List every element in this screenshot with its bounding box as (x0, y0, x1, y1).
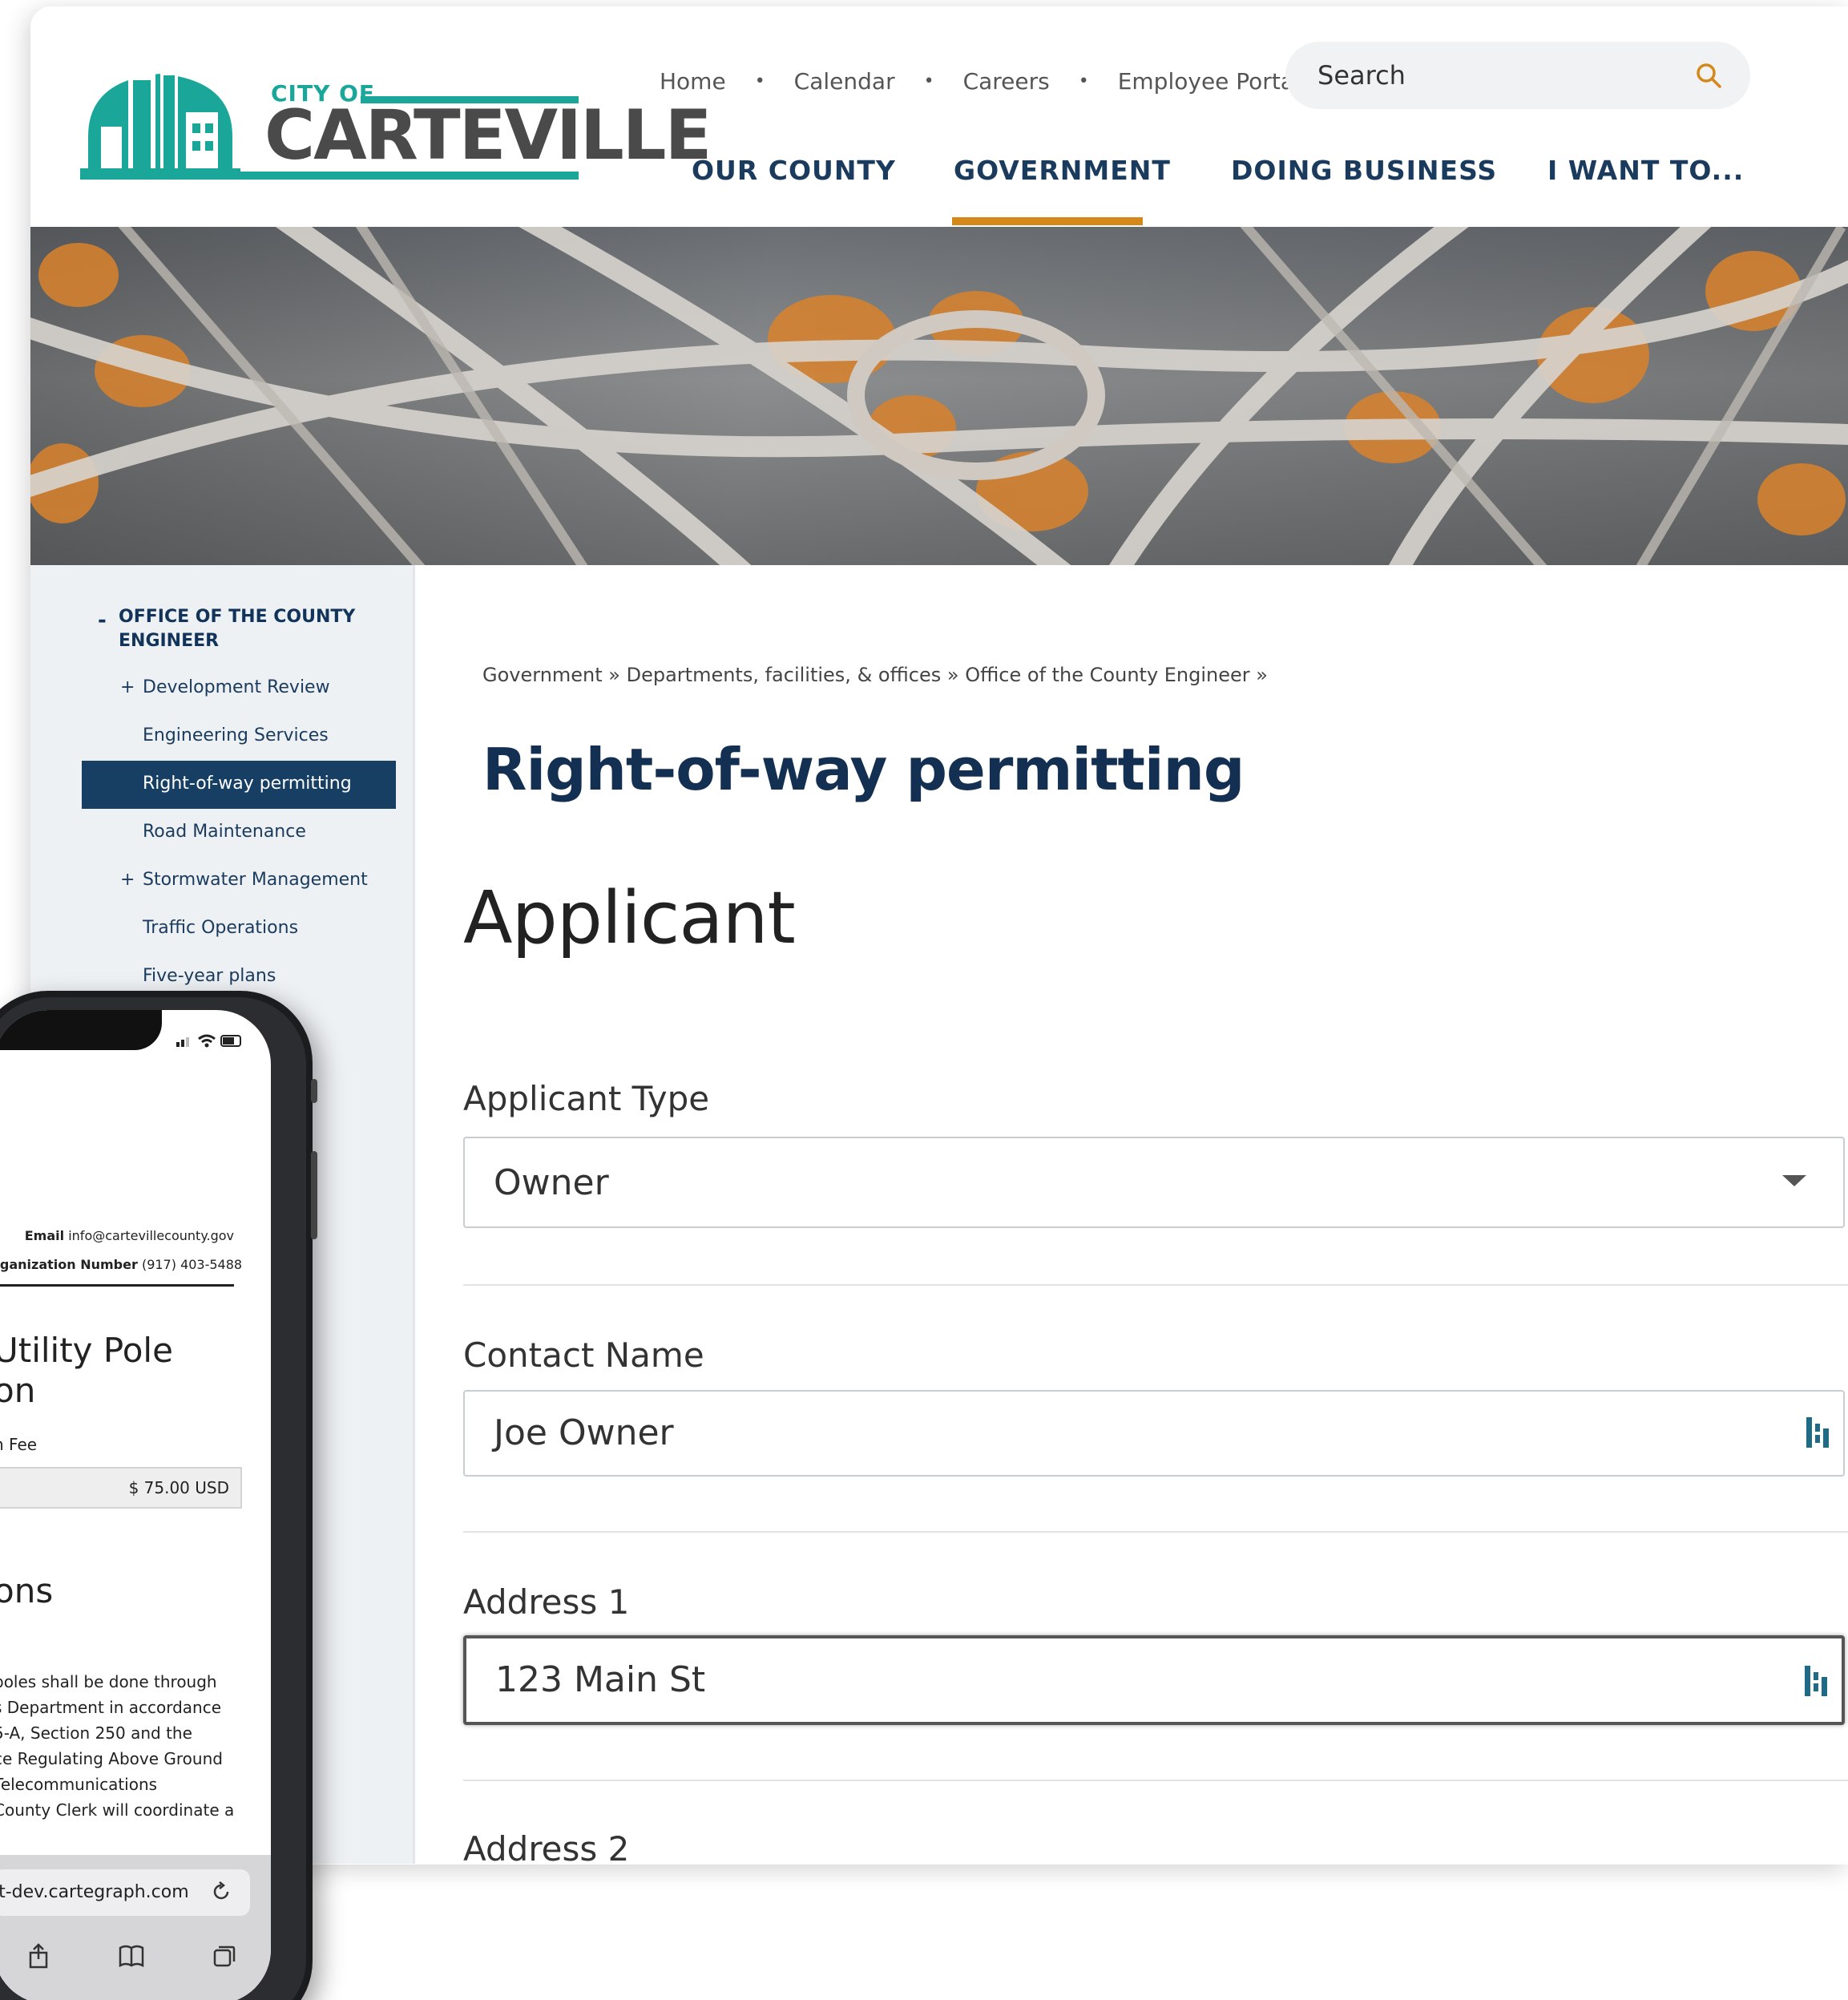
applicant-type-label: Applicant Type (463, 1079, 710, 1118)
phone-body-line: s Department in accordance (0, 1698, 222, 1717)
sidebar-item-traffic-operations[interactable]: Traffic Operations (143, 918, 298, 938)
contact-name-label: Contact Name (463, 1335, 704, 1375)
phone-url-bar[interactable]: it-dev.cartegraph.com (0, 1869, 250, 1916)
applicant-type-select[interactable]: Owner (463, 1137, 1845, 1228)
separator-dot: • (1078, 71, 1089, 91)
hero-image (30, 227, 1848, 565)
site-header: CITY OF CARTEVILLE Home • Calendar • Car… (30, 6, 1848, 227)
phone-fee-label: n Fee (0, 1435, 38, 1454)
tabs-icon[interactable] (212, 1943, 237, 1969)
phone-side-button (311, 1079, 317, 1103)
bookmarks-icon[interactable] (119, 1943, 144, 1969)
phone-fee-value: $ 75.00 USD (128, 1478, 229, 1497)
nav-doing-business[interactable]: DOING BUSINESS (1231, 155, 1497, 186)
mobile-phone: Email info@cartevillecounty.gov rganizat… (0, 991, 317, 2000)
status-bar-icons (176, 1034, 241, 1048)
search-box (1285, 42, 1750, 109)
chevron-down-icon (1782, 1175, 1806, 1186)
phone-section-title: ons (0, 1571, 54, 1610)
phone-body-line: poles shall be done through (0, 1672, 217, 1691)
separator-dot: • (923, 71, 934, 91)
phone-notch (0, 1010, 162, 1050)
phone-org-line: rganization Number (917) 403-5488 (0, 1257, 242, 1272)
nav-active-indicator (952, 217, 1143, 225)
field-divider (463, 1531, 1848, 1533)
nav-our-county[interactable]: OUR COUNTY (692, 155, 896, 186)
phone-body-line: ce Regulating Above Ground (0, 1749, 223, 1768)
sidebar-item-road-maintenance[interactable]: Road Maintenance (143, 822, 306, 842)
field-divider (463, 1780, 1848, 1781)
phone-url-text: it-dev.cartegraph.com (0, 1882, 189, 1902)
phone-org-label: rganization Number (0, 1257, 138, 1272)
contact-name-input[interactable]: Joe Owner (463, 1390, 1845, 1477)
phone-divider (0, 1284, 234, 1287)
applicant-type-value: Owner (494, 1162, 609, 1203)
sidebar-item-development-review[interactable]: Development Review (143, 677, 330, 697)
phone-email-line: Email info@cartevillecounty.gov (0, 1228, 234, 1243)
address1-input[interactable]: 123 Main St (463, 1635, 1845, 1725)
separator-dot: • (754, 71, 765, 91)
phone-email-value[interactable]: info@cartevillecounty.gov (68, 1228, 234, 1243)
utility-link-calendar[interactable]: Calendar (794, 68, 895, 95)
sidebar-item-label: Right-of-way permitting (143, 774, 352, 794)
highway-interchange-image (30, 227, 1848, 565)
sidebar-item-right-of-way[interactable]: Right-of-way permitting (82, 761, 396, 809)
utility-link-careers[interactable]: Careers (963, 68, 1050, 95)
password-manager-icon[interactable] (1803, 1414, 1832, 1451)
breadcrumb[interactable]: Government » Departments, facilities, & … (482, 664, 1268, 686)
sidebar-item-stormwater[interactable]: Stormwater Management (143, 870, 368, 890)
phone-body-line: 5-A, Section 250 and the (0, 1723, 192, 1743)
sidebar-item-engineering-services[interactable]: Engineering Services (143, 725, 329, 745)
phone-browser-toolbar: it-dev.cartegraph.com (0, 1855, 271, 2000)
sidebar-item-five-year-plans[interactable]: Five-year plans (143, 966, 276, 986)
phone-heading-line1: Utility Pole (0, 1331, 173, 1370)
sidebar-heading[interactable]: OFFICE OF THE COUNTY ENGINEER (119, 605, 383, 653)
page-title: Right-of-way permitting (482, 736, 1245, 803)
collapse-icon[interactable]: - (98, 608, 107, 632)
phone-side-button (311, 1151, 317, 1239)
field-divider (463, 1284, 1848, 1286)
phone-body-line: Telecommunications (0, 1775, 158, 1794)
phone-fee-field: $ 75.00 USD (0, 1467, 242, 1509)
expand-icon[interactable]: + (120, 677, 135, 697)
utility-link-employee-portal[interactable]: Employee Portal (1118, 68, 1301, 95)
phone-heading-line2: on (0, 1371, 36, 1410)
address2-label: Address 2 (463, 1829, 630, 1865)
password-manager-icon[interactable] (1802, 1663, 1830, 1699)
address1-value: 123 Main St (495, 1659, 706, 1700)
expand-icon[interactable]: + (120, 870, 135, 890)
form-section-title: Applicant (463, 876, 796, 960)
reload-icon[interactable] (210, 1881, 232, 1903)
phone-email-label: Email (24, 1228, 65, 1243)
utility-link-home[interactable]: Home (660, 68, 726, 95)
search-icon[interactable] (1694, 61, 1723, 90)
address1-label: Address 1 (463, 1582, 630, 1622)
main-nav: OUR COUNTY GOVERNMENT DOING BUSINESS I W… (30, 139, 1848, 227)
share-icon[interactable] (26, 1943, 51, 1969)
contact-name-value: Joe Owner (494, 1412, 674, 1453)
utility-nav: Home • Calendar • Careers • Employee Por… (660, 63, 1301, 99)
nav-i-want-to[interactable]: I WANT TO... (1547, 155, 1744, 186)
search-input[interactable] (1317, 60, 1686, 91)
nav-government[interactable]: GOVERNMENT (954, 155, 1171, 186)
phone-body-line: County Clerk will coordinate a (0, 1800, 235, 1820)
phone-screen: Email info@cartevillecounty.gov rganizat… (0, 1010, 271, 2000)
phone-org-value: (917) 403-5488 (141, 1257, 243, 1272)
